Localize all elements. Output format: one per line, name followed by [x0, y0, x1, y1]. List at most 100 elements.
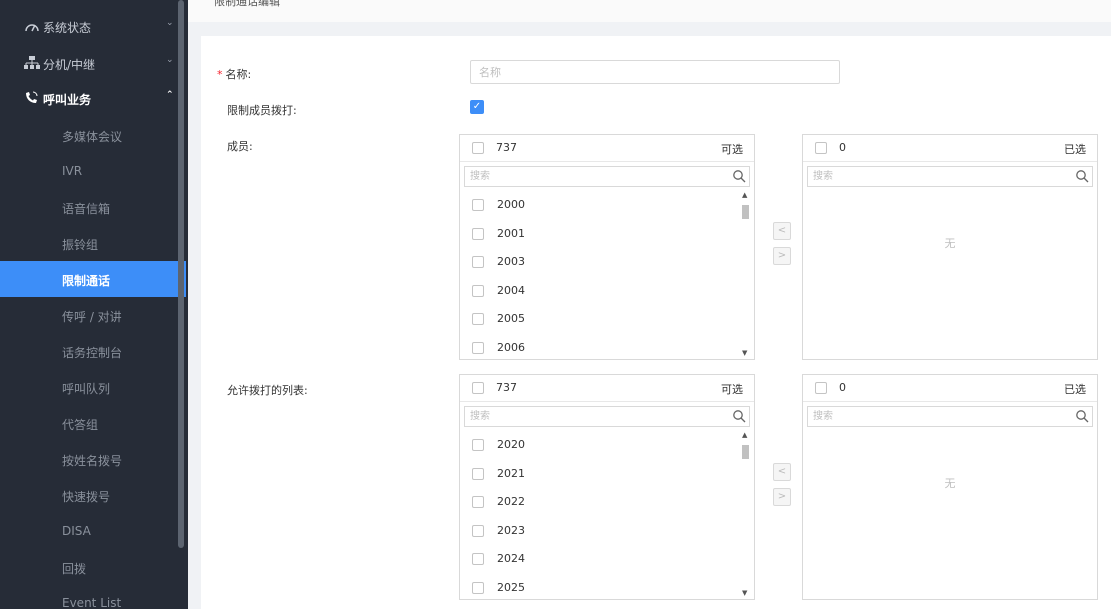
nav-group-label: 呼叫业务 [43, 93, 92, 107]
restrict-members-checkbox[interactable]: ✓ [470, 100, 484, 114]
item-checkbox[interactable] [472, 227, 484, 240]
list-item[interactable]: 2024 [460, 545, 740, 574]
search-icon[interactable] [1075, 169, 1089, 183]
panel-header: 0 已选 [803, 375, 1097, 402]
move-left-button[interactable]: < [773, 463, 791, 481]
page-title: 限制通话编辑 [214, 0, 280, 8]
sidebar-item-speed-dial[interactable]: 快速拨号 [0, 477, 186, 513]
item-label: 2022 [497, 495, 525, 508]
item-checkbox[interactable] [472, 524, 484, 537]
search-icon[interactable] [1075, 409, 1089, 423]
move-left-button[interactable]: < [773, 222, 791, 240]
sidebar-item-label: Event List [62, 596, 122, 609]
list-item[interactable]: 2023 [460, 517, 740, 546]
item-checkbox[interactable] [472, 256, 484, 268]
item-label: 2004 [497, 283, 525, 297]
scroll-up-icon[interactable]: ▲ [742, 191, 747, 199]
sidebar-item-label: 代答组 [62, 418, 99, 432]
item-checkbox[interactable] [472, 553, 484, 565]
required-marker: * [217, 68, 223, 81]
item-checkbox[interactable] [472, 341, 484, 354]
sidebar-item-multimedia-conference[interactable]: 多媒体会议 [0, 117, 186, 153]
select-all-checkbox[interactable] [472, 142, 484, 154]
sidebar-item-ring-group[interactable]: 振铃组 [0, 225, 186, 261]
sidebar: 系统状态 ⌄ 分机/中继 ⌄ 呼叫业务 ⌃ 多媒体会议 IVR 语音信箱 振铃组… [0, 0, 188, 609]
nav-group-call-features[interactable]: 呼叫业务 ⌃ [0, 80, 186, 116]
sidebar-item-label: 回拨 [62, 562, 87, 576]
search-input[interactable] [464, 406, 750, 427]
members-available-panel: 737 可选 2000 2001 2003 2004 2005 2006 ▲ ▼ [459, 134, 755, 360]
sidebar-item-pickup-group[interactable]: 代答组 [0, 405, 186, 441]
list-item[interactable]: 2021 [460, 460, 740, 489]
select-all-checkbox[interactable] [815, 142, 827, 154]
search-icon[interactable] [732, 409, 746, 423]
edit-form: *名称: 限制成员拨打: ✓ 成员: 允许拨打的列表: 737 可选 2000 … [201, 36, 1111, 609]
item-count: 737 [496, 141, 517, 154]
item-checkbox[interactable] [472, 199, 484, 211]
item-label: 2021 [497, 466, 525, 480]
item-label: 2006 [497, 340, 525, 354]
move-right-button[interactable]: > [773, 247, 791, 265]
sidebar-item-restricted-calls[interactable]: 限制通话 [0, 261, 186, 297]
scroll-down-icon[interactable]: ▼ [742, 349, 747, 357]
sidebar-item-label: 振铃组 [62, 238, 99, 252]
empty-placeholder: 无 [944, 477, 956, 490]
allowed-selected-panel: 0 已选 无 [802, 374, 1098, 600]
item-count: 0 [839, 141, 846, 154]
sidebar-item-event-list[interactable]: Event List [0, 585, 186, 609]
page-header: 限制通话编辑 [188, 0, 1111, 22]
list-item[interactable]: 2003 [460, 248, 740, 277]
name-input[interactable] [470, 60, 840, 84]
sidebar-item-ivr[interactable]: IVR [0, 153, 186, 189]
sidebar-item-voicemail[interactable]: 语音信箱 [0, 189, 186, 225]
chevron-down-icon: ⌄ [166, 55, 174, 65]
move-right-button[interactable]: > [773, 488, 791, 506]
restrict-members-label: 限制成员拨打: [227, 104, 297, 117]
item-checkbox[interactable] [472, 439, 484, 451]
scroll-down-icon[interactable]: ▼ [742, 589, 747, 597]
sidebar-item-call-queue[interactable]: 呼叫队列 [0, 369, 186, 405]
sidebar-item-label: 话务控制台 [62, 346, 123, 360]
allowed-available-panel: 737 可选 2020 2021 2022 2023 2024 2025 ▲ ▼ [459, 374, 755, 600]
sidebar-item-operator-panel[interactable]: 话务控制台 [0, 333, 186, 369]
list-item[interactable]: 2025 [460, 574, 740, 600]
item-checkbox[interactable] [472, 313, 484, 325]
panel-title: 已选 [1064, 143, 1086, 156]
search-input[interactable] [807, 406, 1093, 427]
list-item[interactable]: 2000 [460, 191, 740, 220]
list-item[interactable]: 2020 [460, 431, 740, 460]
sidebar-item-disa[interactable]: DISA [0, 513, 186, 549]
search-input[interactable] [464, 166, 750, 187]
sidebar-scrollbar[interactable] [178, 0, 184, 548]
select-all-checkbox[interactable] [815, 382, 827, 394]
list-item[interactable]: 2006 [460, 334, 740, 360]
nav-group-extension-trunk[interactable]: 分机/中继 ⌄ [0, 45, 186, 81]
list-scrollbar[interactable]: ▲ ▼ [741, 431, 751, 597]
nav-group-system-status[interactable]: 系统状态 ⌄ [0, 8, 186, 44]
sidebar-item-dial-by-name[interactable]: 按姓名拨号 [0, 441, 186, 477]
list-item[interactable]: 2005 [460, 305, 740, 334]
item-checkbox[interactable] [472, 284, 484, 297]
list-scrollbar[interactable]: ▲ ▼ [741, 191, 751, 357]
name-label: * 名称: [217, 66, 251, 82]
search-icon[interactable] [732, 169, 746, 183]
panel-header: 0 已选 [803, 135, 1097, 162]
item-checkbox[interactable] [472, 581, 484, 594]
list-item[interactable]: 2022 [460, 488, 740, 517]
select-all-checkbox[interactable] [472, 382, 484, 394]
nav-group-label: 系统状态 [43, 21, 92, 35]
panel-header: 737 可选 [460, 135, 754, 162]
list-item[interactable]: 2001 [460, 220, 740, 249]
sidebar-item-paging-intercom[interactable]: 传呼 / 对讲 [0, 297, 186, 333]
sidebar-item-callback[interactable]: 回拨 [0, 549, 186, 585]
list-item[interactable]: 2004 [460, 277, 740, 306]
sidebar-item-label: 多媒体会议 [62, 130, 123, 144]
scrollbar-thumb[interactable] [742, 205, 749, 219]
scroll-up-icon[interactable]: ▲ [742, 431, 747, 439]
scrollbar-thumb[interactable] [742, 445, 749, 459]
item-label: 2001 [497, 226, 525, 240]
item-checkbox[interactable] [472, 467, 484, 480]
item-checkbox[interactable] [472, 496, 484, 508]
search-input[interactable] [807, 166, 1093, 187]
sidebar-item-label: 按姓名拨号 [62, 454, 123, 468]
